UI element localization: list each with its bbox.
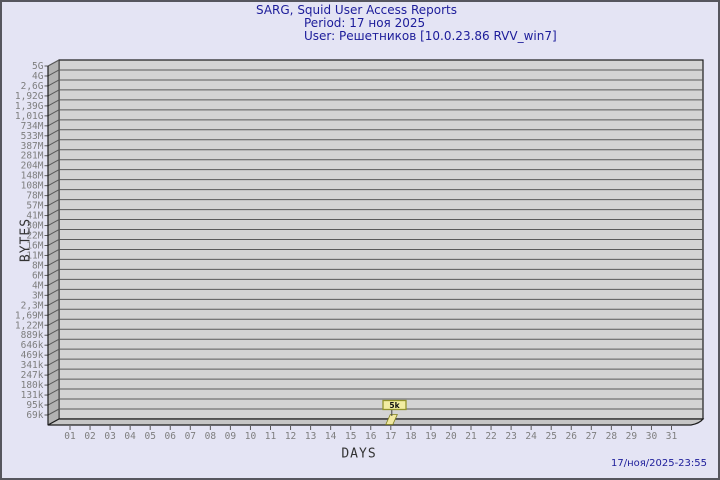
x-axis-tick-label: 29 — [626, 431, 638, 442]
x-axis-tick-label: 09 — [225, 431, 237, 442]
sarg-report-page: SARG, Squid User Access Reports Period: … — [0, 0, 720, 480]
x-axis-tick-label: 08 — [205, 431, 217, 442]
x-axis-tick-label: 21 — [465, 431, 477, 442]
bar-value-label: 5k — [389, 401, 400, 410]
x-axis-tick-label: 15 — [345, 431, 356, 442]
x-axis-tick-label: 11 — [265, 431, 277, 442]
x-axis-tick-label: 27 — [586, 431, 597, 442]
x-axis-tick-label: 14 — [325, 431, 337, 442]
x-axis-tick-label: 20 — [445, 431, 457, 442]
x-axis-tick-label: 01 — [64, 431, 76, 442]
chart-canvas: 5G4G2,6G1,92G1,39G1,01G734M533M387M281M2… — [15, 59, 705, 442]
x-axis-tick-label: 31 — [666, 431, 678, 442]
y-axis-tick-label: 69k — [26, 410, 43, 421]
x-axis-tick-label: 13 — [305, 431, 316, 442]
x-axis-tick-label: 12 — [285, 431, 296, 442]
x-axis-tick-label: 17 — [385, 431, 396, 442]
x-axis-tick-label: 03 — [104, 431, 115, 442]
x-axis-tick-label: 07 — [185, 431, 196, 442]
x-axis-tick-label: 28 — [606, 431, 618, 442]
x-axis-tick-label: 25 — [545, 431, 556, 442]
x-axis-tick-label: 18 — [405, 431, 417, 442]
x-axis-tick-label: 26 — [566, 431, 578, 442]
x-axis-tick-label: 16 — [365, 431, 377, 442]
y-axis-title: BYTES — [18, 217, 34, 263]
x-axis-title: DAYS — [341, 446, 377, 462]
x-axis-tick-label: 05 — [144, 431, 155, 442]
x-axis-tick-label: 10 — [245, 431, 257, 442]
x-axis-tick-label: 02 — [84, 431, 95, 442]
x-axis-tick-label: 30 — [646, 431, 658, 442]
x-axis-tick-label: 19 — [425, 431, 437, 442]
report-timestamp: 17/ноя/2025-23:55 — [610, 458, 707, 469]
x-axis-tick-label: 24 — [525, 431, 537, 442]
x-axis-tick-label: 22 — [485, 431, 496, 442]
x-axis-tick-label: 04 — [124, 431, 136, 442]
x-axis-tick-label: 23 — [505, 431, 516, 442]
x-axis-tick-label: 06 — [165, 431, 177, 442]
chart-floor — [47, 418, 705, 426]
